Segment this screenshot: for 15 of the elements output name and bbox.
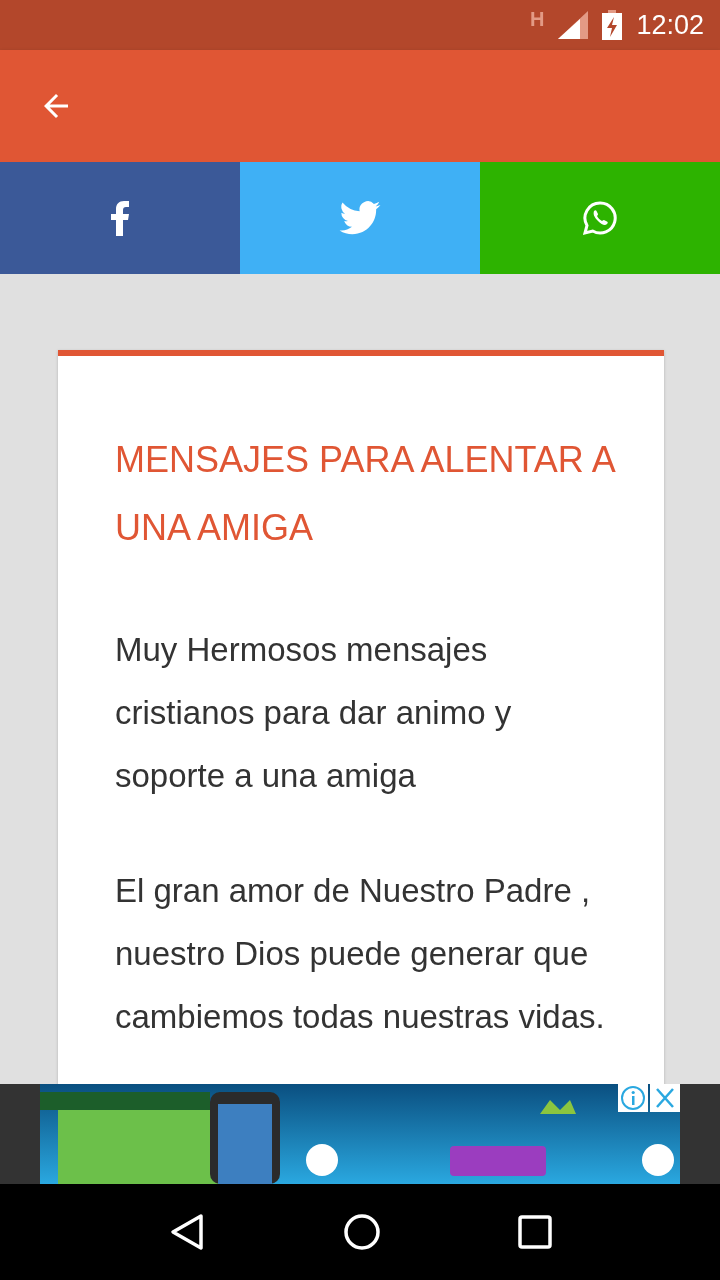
article-paragraph: Muy Hermosos mensajes cristianos para dar animo y soporte a una amiga: [115, 630, 513, 796]
close-icon[interactable]: [650, 1084, 680, 1112]
clock: 12:02: [636, 9, 704, 41]
home-button[interactable]: [342, 1212, 382, 1252]
share-button[interactable]: [240, 162, 480, 274]
bird-icon: [339, 201, 381, 235]
recents-button[interactable]: [516, 1214, 553, 1250]
facebook-icon: [110, 200, 130, 236]
phone-bubble-icon: [582, 200, 618, 236]
network-type: H: [529, 8, 545, 31]
battery-icon: [602, 10, 623, 40]
article-title: MENSAJES PARA ALENTAR A UNA AMIGA: [115, 438, 614, 550]
article-paragraph: El gran amor de Nuestro Padre , nuestro Dios puede generar que cambiemos todas nuestras vidas.: [115, 871, 606, 1037]
info-icon[interactable]: [618, 1084, 648, 1112]
signal-icon: [558, 11, 589, 39]
